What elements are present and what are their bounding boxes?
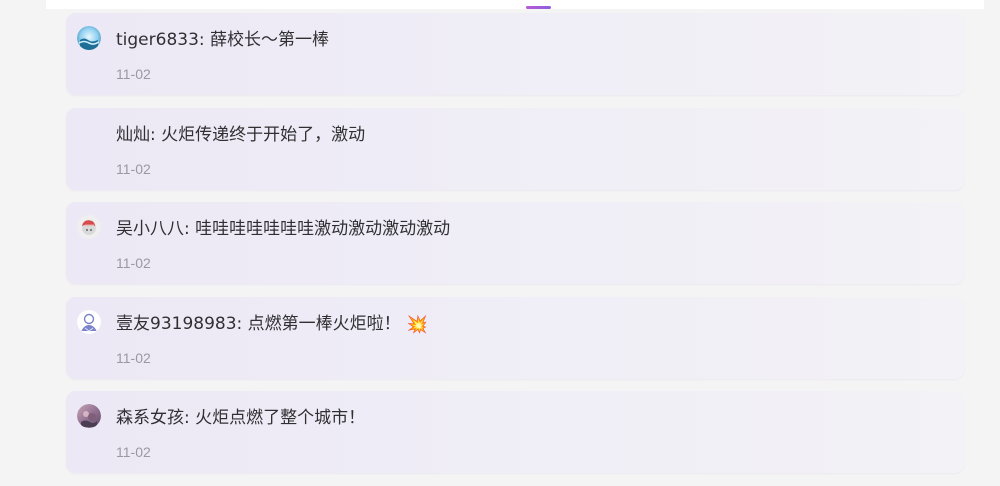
comment-username[interactable]: 森系女孩 xyxy=(116,408,184,428)
default-user-avatar-icon[interactable] xyxy=(77,309,101,334)
comment-time: 11-02 xyxy=(116,255,151,271)
red-hat-avatar-icon[interactable] xyxy=(77,215,101,239)
comment-username[interactable]: 灿灿 xyxy=(116,125,150,145)
collision-emoji: 💥 xyxy=(406,314,428,335)
comment-item: 森系女孩: 火炬点燃了整个城市！ 11-02 xyxy=(66,391,964,473)
comment-content: 哇哇哇哇哇哇哇激动激动激动激动 xyxy=(195,219,451,239)
comment-text: 吴小八八: 哇哇哇哇哇哇哇激动激动激动激动 xyxy=(116,219,451,239)
comment-time: 11-02 xyxy=(116,349,151,366)
comment-item: 吴小八八: 哇哇哇哇哇哇哇激动激动激动激动 11-02 xyxy=(66,202,964,284)
comment-text: 森系女孩: 火炬点燃了整个城市！ xyxy=(116,408,366,428)
comment-list: tiger6833: 薛校长～第一棒 11-02 灿灿: 火炬传递终于开始了，激… xyxy=(66,13,964,486)
comment-text: 灿灿: 火炬传递终于开始了，激动 xyxy=(116,124,366,145)
comment-item: 灿灿: 火炬传递终于开始了，激动 11-02 xyxy=(66,107,964,190)
tab-bar-bottom xyxy=(46,0,984,9)
comment-content: 点燃第一棒火炬啦！ xyxy=(247,313,401,334)
flower-avatar-icon[interactable] xyxy=(77,404,101,428)
comment-content: 薛校长～第一棒 xyxy=(210,30,330,50)
comment-time: 11-02 xyxy=(116,66,151,82)
comment-content: 火炬传递终于开始了，激动 xyxy=(161,124,366,145)
comment-text: 壹友93198983: 点燃第一棒火炬啦！ 💥 xyxy=(116,313,428,335)
comment-time: 11-02 xyxy=(116,160,151,177)
comment-item: 壹友93198983: 点燃第一棒火炬啦！ 💥 11-02 xyxy=(66,296,964,379)
comment-username[interactable]: 吴小八八 xyxy=(116,219,184,239)
comment-username[interactable]: 壹友93198983 xyxy=(116,314,237,334)
comment-item: tiger6833: 薛校长～第一棒 11-02 xyxy=(66,13,964,95)
comment-content: 火炬点燃了整个城市！ xyxy=(195,408,366,428)
comment-username[interactable]: tiger6833 xyxy=(116,30,199,50)
active-tab-indicator xyxy=(526,6,551,9)
comment-time: 11-02 xyxy=(116,444,151,460)
comment-text: tiger6833: 薛校长～第一棒 xyxy=(116,30,330,50)
ocean-avatar-icon[interactable] xyxy=(77,26,101,50)
